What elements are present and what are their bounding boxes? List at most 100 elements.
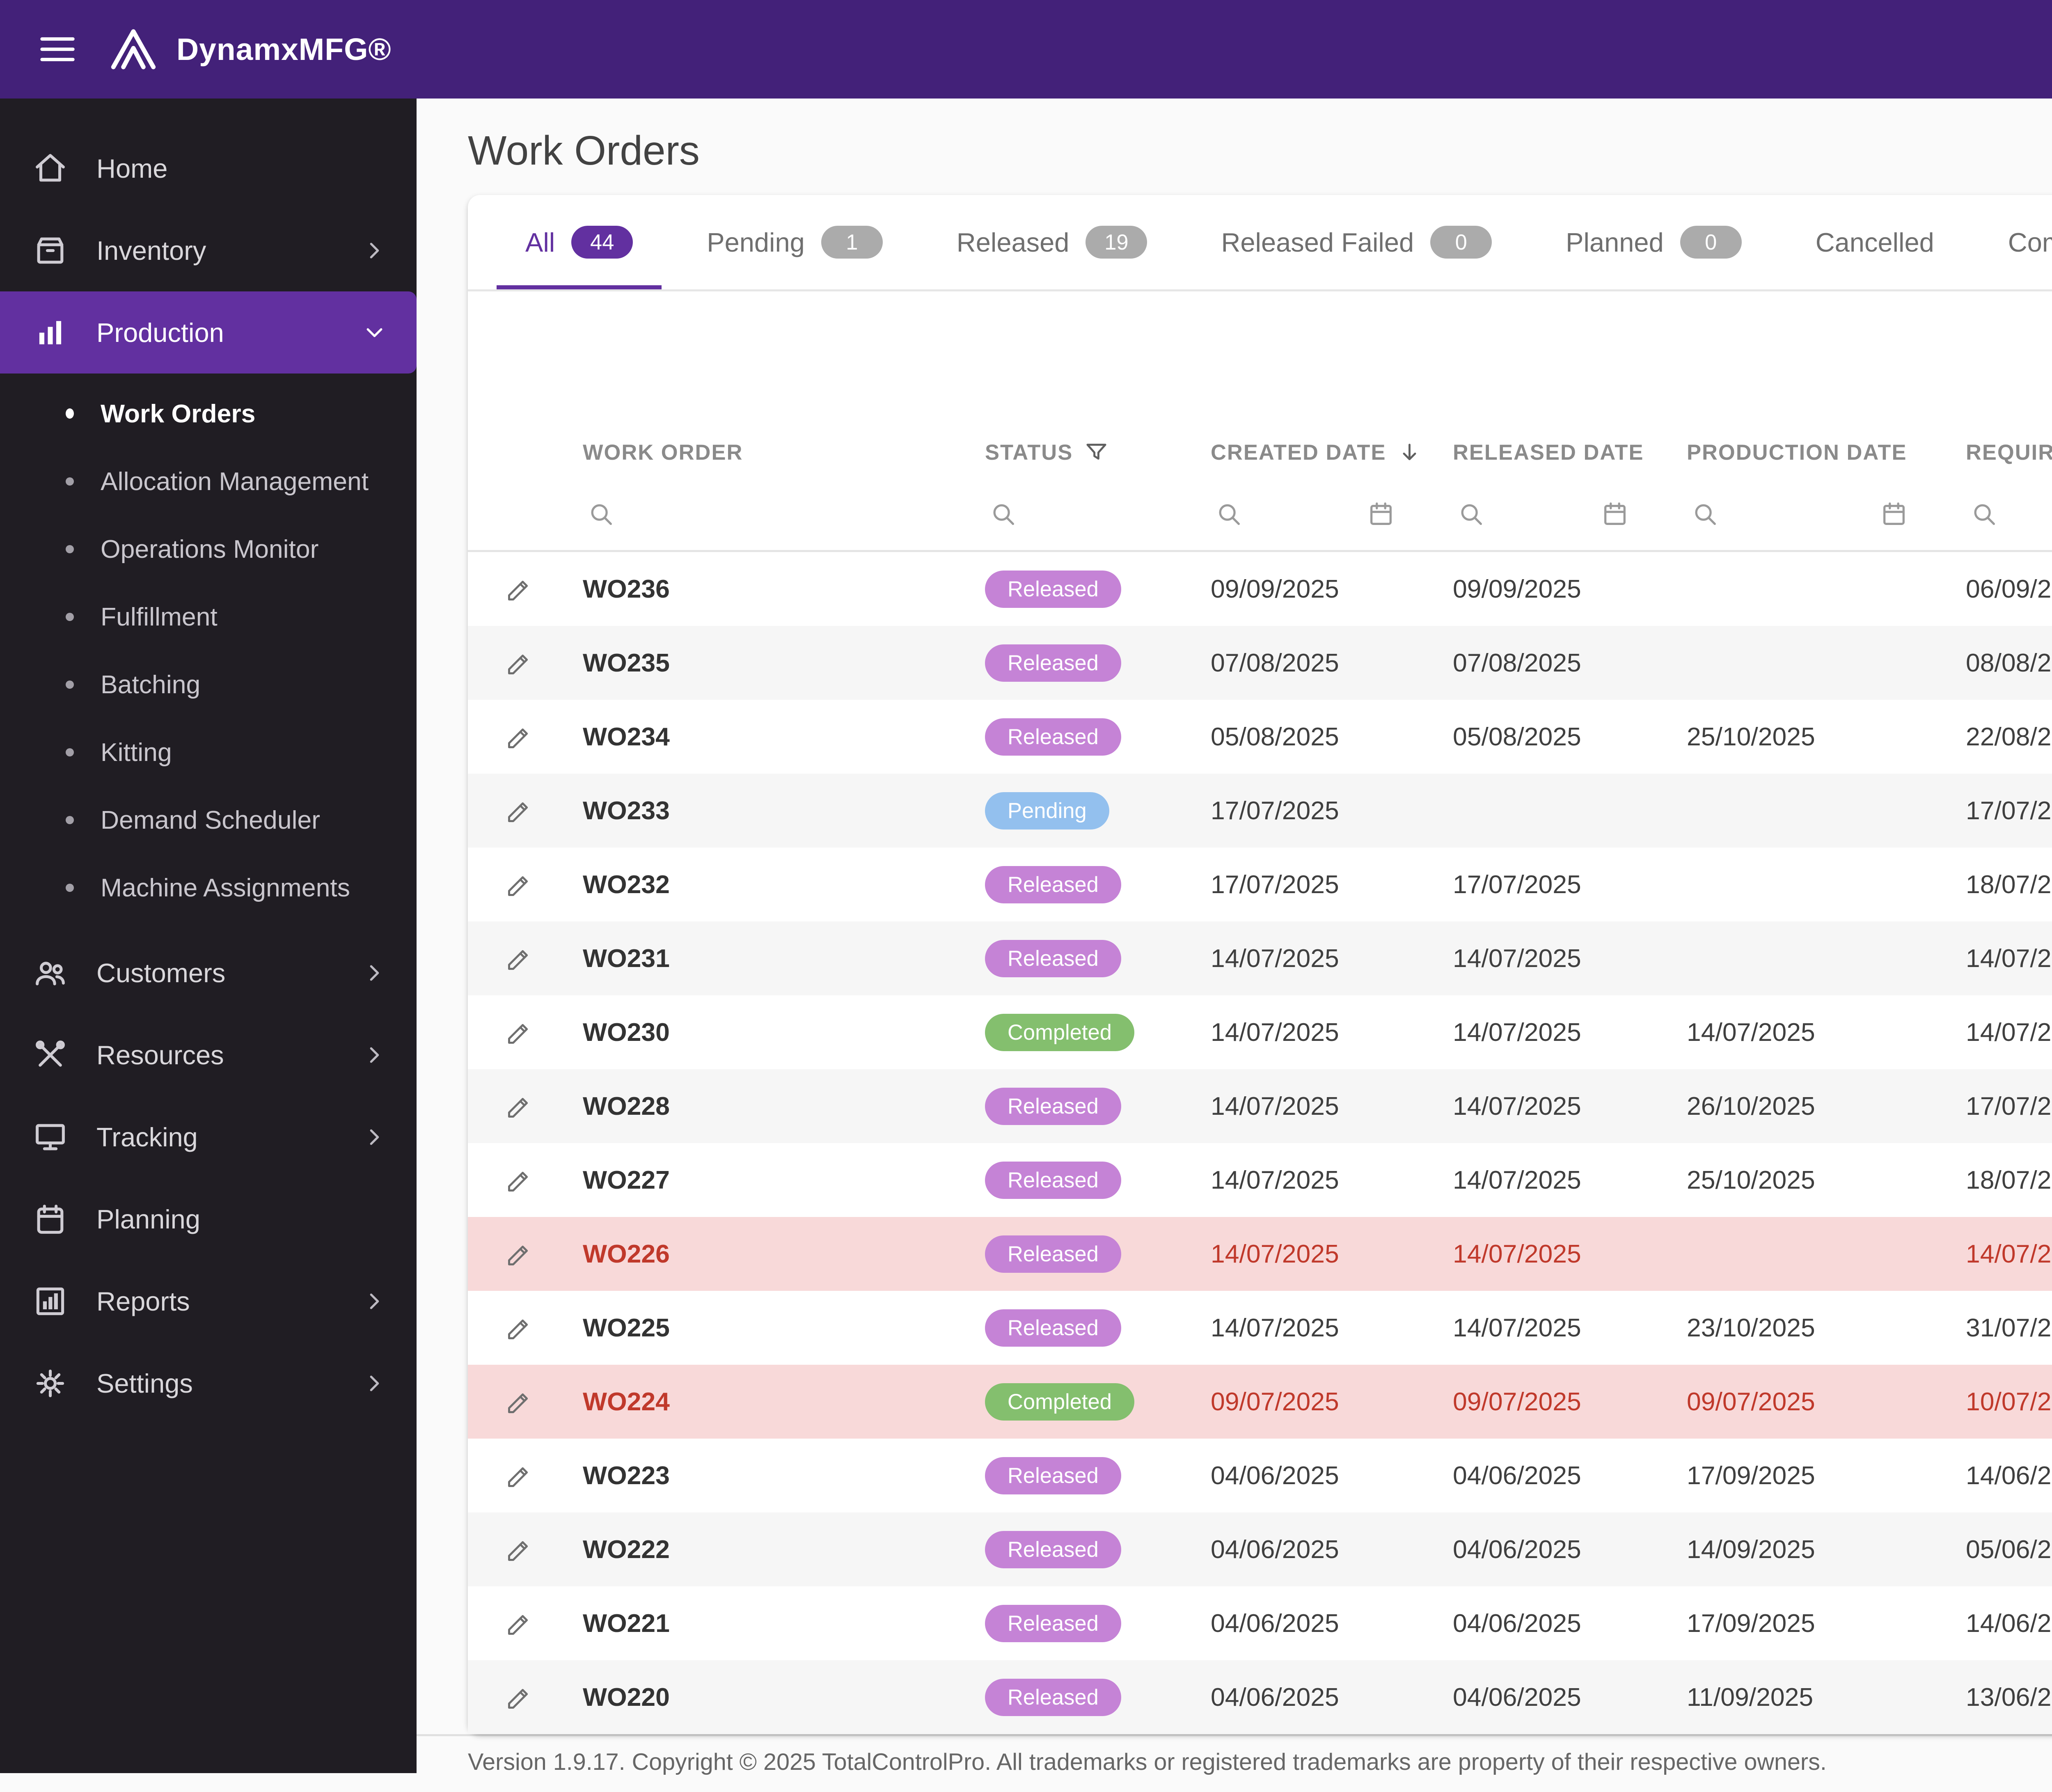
sidebar-item-resources[interactable]: Resources bbox=[0, 1014, 417, 1096]
edit-row-button[interactable] bbox=[504, 1091, 535, 1122]
created-date: 14/07/2025 bbox=[1211, 1240, 1339, 1268]
edit-row-button[interactable] bbox=[504, 1239, 535, 1270]
sidebar-item-inventory[interactable]: Inventory bbox=[0, 209, 417, 291]
sidebar-item-home[interactable]: Home bbox=[0, 127, 417, 209]
created-date: 14/07/2025 bbox=[1211, 1313, 1339, 1342]
table-row-wo228[interactable]: WO228 Released 14/07/2025 14/07/2025 26/… bbox=[468, 1069, 2052, 1143]
chevron-right-icon bbox=[361, 960, 388, 986]
work-order-id: WO220 bbox=[583, 1683, 670, 1712]
sidebar-subitem-demand-scheduler[interactable]: Demand Scheduler bbox=[0, 786, 417, 854]
table-row-wo227[interactable]: WO227 Released 14/07/2025 14/07/2025 25/… bbox=[468, 1143, 2052, 1217]
column-header-status[interactable]: STATUS bbox=[985, 439, 1211, 466]
filter-search-icon[interactable] bbox=[1970, 500, 1999, 529]
edit-row-button[interactable] bbox=[504, 1165, 535, 1196]
column-header-production-date[interactable]: PRODUCTION DATE bbox=[1687, 440, 1966, 465]
column-header-required-by[interactable]: REQUIRED BY bbox=[1966, 440, 2052, 465]
sidebar-item-production[interactable]: Production bbox=[0, 291, 417, 374]
tab-completed[interactable]: Completed bbox=[1979, 195, 2052, 289]
filter-calendar-icon[interactable] bbox=[1367, 500, 1395, 529]
table-row-wo233[interactable]: WO233 Pending 17/07/2025 17/07/2025 Medi… bbox=[468, 774, 2052, 848]
table-row-wo223[interactable]: WO223 Released 04/06/2025 04/06/2025 17/… bbox=[468, 1439, 2052, 1512]
reports-icon bbox=[33, 1284, 68, 1319]
table-row-wo224[interactable]: WO224 Completed 09/07/2025 09/07/2025 09… bbox=[468, 1365, 2052, 1439]
edit-row-button[interactable] bbox=[504, 1534, 535, 1565]
edit-row-button[interactable] bbox=[504, 795, 535, 826]
edit-row-button[interactable] bbox=[504, 722, 535, 752]
status-badge: Released bbox=[985, 1087, 1121, 1125]
brand-name: DynamxMFG® bbox=[176, 32, 392, 66]
sidebar-subitem-work-orders[interactable]: Work Orders bbox=[0, 380, 417, 447]
edit-row-button[interactable] bbox=[504, 574, 535, 605]
work-order-id: WO224 bbox=[583, 1387, 670, 1416]
pencil-icon bbox=[504, 1313, 535, 1343]
filter-search-icon[interactable] bbox=[989, 500, 1018, 529]
table-row-wo234[interactable]: WO234 Released 05/08/2025 05/08/2025 25/… bbox=[468, 700, 2052, 774]
tab-released-failed[interactable]: Released Failed 0 bbox=[1192, 195, 1521, 289]
table-row-wo220[interactable]: WO220 Released 04/06/2025 04/06/2025 11/… bbox=[468, 1660, 2052, 1734]
sidebar-subitem-kitting[interactable]: Kitting bbox=[0, 718, 417, 786]
sidebar-subitem-fulfillment[interactable]: Fulfillment bbox=[0, 583, 417, 651]
status-badge: Released bbox=[985, 1309, 1121, 1347]
table-row-wo226[interactable]: WO226 Released 14/07/2025 14/07/2025 14/… bbox=[468, 1217, 2052, 1291]
required-by-date: 14/06/2025 bbox=[1966, 1461, 2052, 1490]
edit-row-button[interactable] bbox=[504, 1313, 535, 1343]
column-header-work-order[interactable]: WORK ORDER bbox=[583, 440, 985, 465]
table-row-wo230[interactable]: WO230 Completed 14/07/2025 14/07/2025 14… bbox=[468, 995, 2052, 1069]
tab-all[interactable]: All 44 bbox=[497, 195, 662, 289]
table-row-wo231[interactable]: WO231 Released 14/07/2025 14/07/2025 14/… bbox=[468, 921, 2052, 995]
hamburger-menu-button[interactable] bbox=[37, 29, 78, 70]
sidebar-item-reports[interactable]: Reports bbox=[0, 1260, 417, 1342]
settings-icon bbox=[33, 1366, 68, 1401]
sidebar-subitem-operations-monitor[interactable]: Operations Monitor bbox=[0, 515, 417, 583]
table-row-wo236[interactable]: WO236 Released 09/09/2025 09/09/2025 06/… bbox=[468, 552, 2052, 626]
filter-search-icon[interactable] bbox=[1215, 500, 1244, 529]
brand-logo[interactable]: DynamxMFG® bbox=[107, 23, 392, 76]
filter-calendar-icon[interactable] bbox=[1880, 500, 1908, 529]
filter-calendar-icon[interactable] bbox=[1601, 500, 1629, 529]
table-row-wo225[interactable]: WO225 Released 14/07/2025 14/07/2025 23/… bbox=[468, 1291, 2052, 1365]
required-by-date: 14/07/2025 bbox=[1966, 944, 2052, 973]
table-row-wo221[interactable]: WO221 Released 04/06/2025 04/06/2025 17/… bbox=[468, 1586, 2052, 1660]
pencil-icon bbox=[504, 1460, 535, 1491]
edit-row-button[interactable] bbox=[504, 1460, 535, 1491]
filter-search-icon[interactable] bbox=[587, 500, 616, 529]
table-row-wo235[interactable]: WO235 Released 07/08/2025 07/08/2025 08/… bbox=[468, 626, 2052, 700]
sidebar-subitem-machine-assignments[interactable]: Machine Assignments bbox=[0, 854, 417, 921]
column-header-created-date[interactable]: CREATED DATE bbox=[1211, 439, 1453, 466]
sidebar-item-settings[interactable]: Settings bbox=[0, 1342, 417, 1424]
table-header: WORK ORDER STATUS CREATED DATE RELEASED … bbox=[468, 415, 2052, 478]
column-header-released-date[interactable]: RELEASED DATE bbox=[1453, 440, 1687, 465]
work-order-id: WO235 bbox=[583, 649, 670, 677]
released-date: 14/07/2025 bbox=[1453, 1313, 1581, 1342]
filter-status bbox=[985, 478, 1211, 550]
edit-row-button[interactable] bbox=[504, 1608, 535, 1639]
tab-cancelled[interactable]: Cancelled bbox=[1787, 195, 1963, 289]
created-date: 09/07/2025 bbox=[1211, 1387, 1339, 1416]
edit-row-button[interactable] bbox=[504, 943, 535, 974]
required-by-date: 14/06/2025 bbox=[1966, 1609, 2052, 1638]
sidebar-item-customers[interactable]: Customers bbox=[0, 932, 417, 1014]
edit-row-button[interactable] bbox=[504, 1386, 535, 1417]
sidebar-subitem-allocation-management[interactable]: Allocation Management bbox=[0, 447, 417, 515]
pencil-icon bbox=[504, 1386, 535, 1417]
filter-search-icon[interactable] bbox=[1691, 500, 1720, 529]
chevron-right-icon bbox=[361, 1288, 388, 1315]
tab-pending[interactable]: Pending 1 bbox=[678, 195, 911, 289]
chevron-down-icon bbox=[361, 319, 388, 346]
filter-search-icon[interactable] bbox=[1457, 500, 1486, 529]
work-order-id: WO232 bbox=[583, 870, 670, 899]
sidebar-subitem-batching[interactable]: Batching bbox=[0, 651, 417, 718]
tab-released[interactable]: Released 19 bbox=[928, 195, 1176, 289]
tab-planned[interactable]: Planned 0 bbox=[1537, 195, 1770, 289]
table-row-wo232[interactable]: WO232 Released 17/07/2025 17/07/2025 18/… bbox=[468, 848, 2052, 921]
edit-row-button[interactable] bbox=[504, 1017, 535, 1048]
table-row-wo222[interactable]: WO222 Released 04/06/2025 04/06/2025 14/… bbox=[468, 1512, 2052, 1586]
edit-row-button[interactable] bbox=[504, 648, 535, 678]
edit-row-button[interactable] bbox=[504, 869, 535, 900]
required-by-date: 31/07/2025 bbox=[1966, 1313, 2052, 1342]
created-date: 17/07/2025 bbox=[1211, 796, 1339, 825]
sidebar-item-planning[interactable]: Planning bbox=[0, 1178, 417, 1260]
filter-production-date bbox=[1687, 478, 1966, 550]
sidebar-item-tracking[interactable]: Tracking bbox=[0, 1096, 417, 1178]
edit-row-button[interactable] bbox=[504, 1682, 535, 1713]
